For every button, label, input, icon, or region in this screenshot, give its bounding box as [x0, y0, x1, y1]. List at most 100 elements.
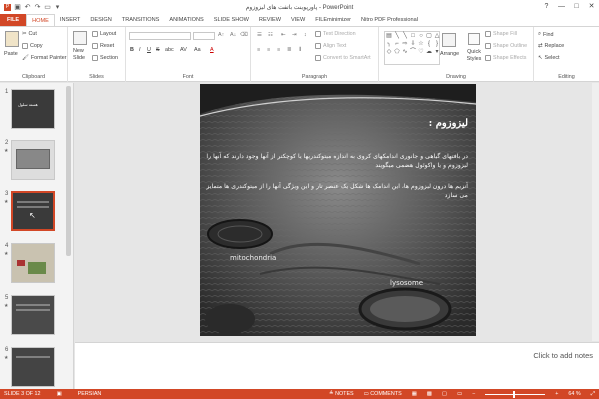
paste-icon[interactable] — [5, 31, 19, 47]
slide-thumbnail-5[interactable] — [11, 295, 55, 335]
decrease-indent-icon[interactable]: ⇤ — [281, 32, 286, 38]
increase-indent-icon[interactable]: ⇥ — [292, 32, 297, 38]
cut-button[interactable]: ✂ Cut — [22, 31, 37, 37]
maximize-button[interactable]: □ — [569, 0, 584, 14]
justify-icon[interactable]: ≣ — [287, 47, 292, 53]
slide-thumbnail-6[interactable] — [11, 347, 55, 387]
oval-shape-icon[interactable]: ○ — [417, 32, 425, 40]
tab-slide-show[interactable]: SLIDE SHOW — [209, 14, 254, 26]
zoom-in-icon[interactable]: + — [555, 391, 558, 397]
brace2-shape-icon[interactable]: } — [433, 40, 441, 48]
cloud-shape-icon[interactable]: ☁ — [425, 48, 433, 56]
slide-thumbnail-1[interactable]: ﻫﺴﺘﻪ ﺳﻠﻮﻝ — [11, 89, 55, 129]
zoom-level[interactable]: 64 % — [568, 391, 580, 397]
tab-nitro-pdf[interactable]: Nitro PDF Professional — [356, 14, 423, 26]
arrow-down-shape-icon[interactable]: ⇩ — [409, 40, 417, 48]
slide-thumbnail-4[interactable] — [11, 243, 55, 283]
tab-transitions[interactable]: TRANSITIONS — [117, 14, 165, 26]
proofing-icon[interactable]: ▣ — [57, 391, 62, 397]
arc-shape-icon[interactable]: ⌒ — [409, 48, 417, 56]
font-name-input[interactable] — [129, 32, 191, 40]
language-indicator[interactable]: PERSIAN — [78, 391, 102, 397]
roundrect-shape-icon[interactable]: ▢ — [425, 32, 433, 40]
character-spacing-button[interactable]: AV — [180, 47, 187, 53]
tab-animations[interactable]: ANIMATIONS — [164, 14, 208, 26]
new-slide-button[interactable]: New Slide — [73, 48, 89, 62]
arrange-button[interactable]: Arrange — [440, 51, 459, 57]
quick-styles-button[interactable]: Quick Styles — [465, 49, 483, 63]
shape-fill-button[interactable]: Shape Fill — [485, 31, 517, 37]
brace-shape-icon[interactable]: { — [425, 40, 433, 48]
tab-home[interactable]: HOME — [26, 14, 55, 26]
tab-fileminimizer[interactable]: FILEminimizer — [310, 14, 356, 26]
close-button[interactable]: ✕ — [584, 0, 599, 14]
slide-sorter-icon[interactable]: ▩ — [427, 391, 432, 397]
italic-button[interactable]: I — [139, 47, 141, 53]
fit-slide-icon[interactable]: ⤢ — [591, 391, 595, 398]
select-button[interactable]: ↖ Select — [538, 55, 560, 61]
layout-button[interactable]: Layout — [92, 31, 116, 37]
font-size-input[interactable] — [193, 32, 215, 40]
current-slide[interactable]: لیزوزوم : در بافتهای گیاهی و جانوری اندا… — [200, 84, 476, 336]
comments-toggle-button[interactable]: ▭ COMMENTS — [364, 391, 402, 397]
grow-font-button[interactable]: A↑ — [218, 32, 224, 38]
shape-outline-button[interactable]: Shape Outline — [485, 43, 527, 49]
notes-toggle-button[interactable]: ≜ NOTES — [329, 391, 354, 397]
slide-thumbnail-2[interactable] — [11, 140, 55, 180]
shadow-button[interactable]: abc — [165, 47, 174, 53]
bullets-icon[interactable]: ☰ — [257, 32, 262, 38]
shapes-gallery[interactable]: ▤ ╲ ╲ □ ○ ▢ △ ╮ ⌐ ⇨ ⇩ ☆{} ◇ ⬠ ∿ ⌒ ♡ ☁ ▾ — [384, 31, 440, 65]
find-button[interactable]: ⌕ Find — [538, 31, 554, 38]
canvas-scrollbar[interactable] — [592, 83, 599, 341]
notes-pane[interactable]: Click to add notes — [75, 342, 599, 389]
triangle-shape-icon[interactable]: △ — [433, 32, 441, 40]
section-button[interactable]: Section — [92, 55, 118, 61]
zoom-slider-thumb[interactable] — [513, 390, 516, 398]
align-center-icon[interactable]: ≡ — [267, 47, 270, 53]
tab-design[interactable]: DESIGN — [85, 14, 116, 26]
tab-file[interactable]: FILE — [0, 14, 27, 26]
line-spacing-icon[interactable]: ↕ — [304, 32, 307, 38]
font-color-button[interactable]: A — [210, 47, 214, 53]
shrink-font-button[interactable]: A↓ — [230, 32, 236, 38]
bold-button[interactable]: B — [130, 47, 134, 53]
tab-view[interactable]: VIEW — [286, 14, 310, 26]
line-shape-icon[interactable]: ╲ — [393, 32, 401, 40]
shape-effects-button[interactable]: Shape Effects — [485, 55, 526, 61]
convert-smartart-button[interactable]: Convert to SmartArt — [315, 55, 371, 61]
text-direction-button[interactable]: Text Direction — [315, 31, 356, 37]
align-text-button[interactable]: Align Text — [315, 43, 346, 49]
zoom-out-icon[interactable]: − — [472, 391, 475, 397]
zoom-slider[interactable] — [485, 390, 546, 398]
elbow-shape-icon[interactable]: ⌐ — [393, 40, 401, 48]
quick-styles-icon[interactable] — [468, 33, 480, 45]
strikethrough-button[interactable]: S — [156, 47, 160, 53]
arrow-right-shape-icon[interactable]: ⇨ — [401, 40, 409, 48]
minimize-button[interactable]: — — [554, 0, 569, 14]
tab-insert[interactable]: INSERT — [55, 14, 85, 26]
paste-button[interactable]: Paste — [4, 51, 18, 57]
reset-button[interactable]: Reset — [92, 43, 114, 49]
slide-thumbnail-3[interactable]: ↖ — [11, 191, 55, 231]
rectangle-shape-icon[interactable]: □ — [409, 32, 417, 40]
format-painter-button[interactable]: 🖌 Format Painter — [22, 55, 67, 61]
star-shape-icon[interactable]: ☆ — [417, 40, 425, 48]
line2-shape-icon[interactable]: ╲ — [401, 32, 409, 40]
slideshow-view-icon[interactable]: ▭ — [457, 391, 462, 397]
heart-shape-icon[interactable]: ♡ — [417, 48, 425, 56]
curve-shape-icon[interactable]: ∿ — [401, 48, 409, 56]
arrange-icon[interactable] — [442, 33, 456, 47]
textbox-shape-icon[interactable]: ▤ — [385, 32, 393, 40]
tab-review[interactable]: REVIEW — [254, 14, 286, 26]
reading-view-icon[interactable]: ▢ — [442, 391, 447, 397]
change-case-button[interactable]: Aa — [194, 47, 201, 53]
underline-button[interactable]: U — [147, 47, 151, 53]
columns-icon[interactable]: ⫴ — [299, 47, 301, 54]
callout-shape-icon[interactable]: ◇ — [385, 48, 393, 56]
replace-button[interactable]: ⇄ Replace — [538, 43, 564, 49]
connector-shape-icon[interactable]: ╮ — [385, 40, 393, 48]
align-left-icon[interactable]: ≡ — [257, 47, 260, 53]
numbering-icon[interactable]: ☷ — [268, 32, 273, 38]
clear-formatting-icon[interactable]: ⌫ — [240, 32, 248, 38]
copy-button[interactable]: Copy — [22, 43, 43, 49]
